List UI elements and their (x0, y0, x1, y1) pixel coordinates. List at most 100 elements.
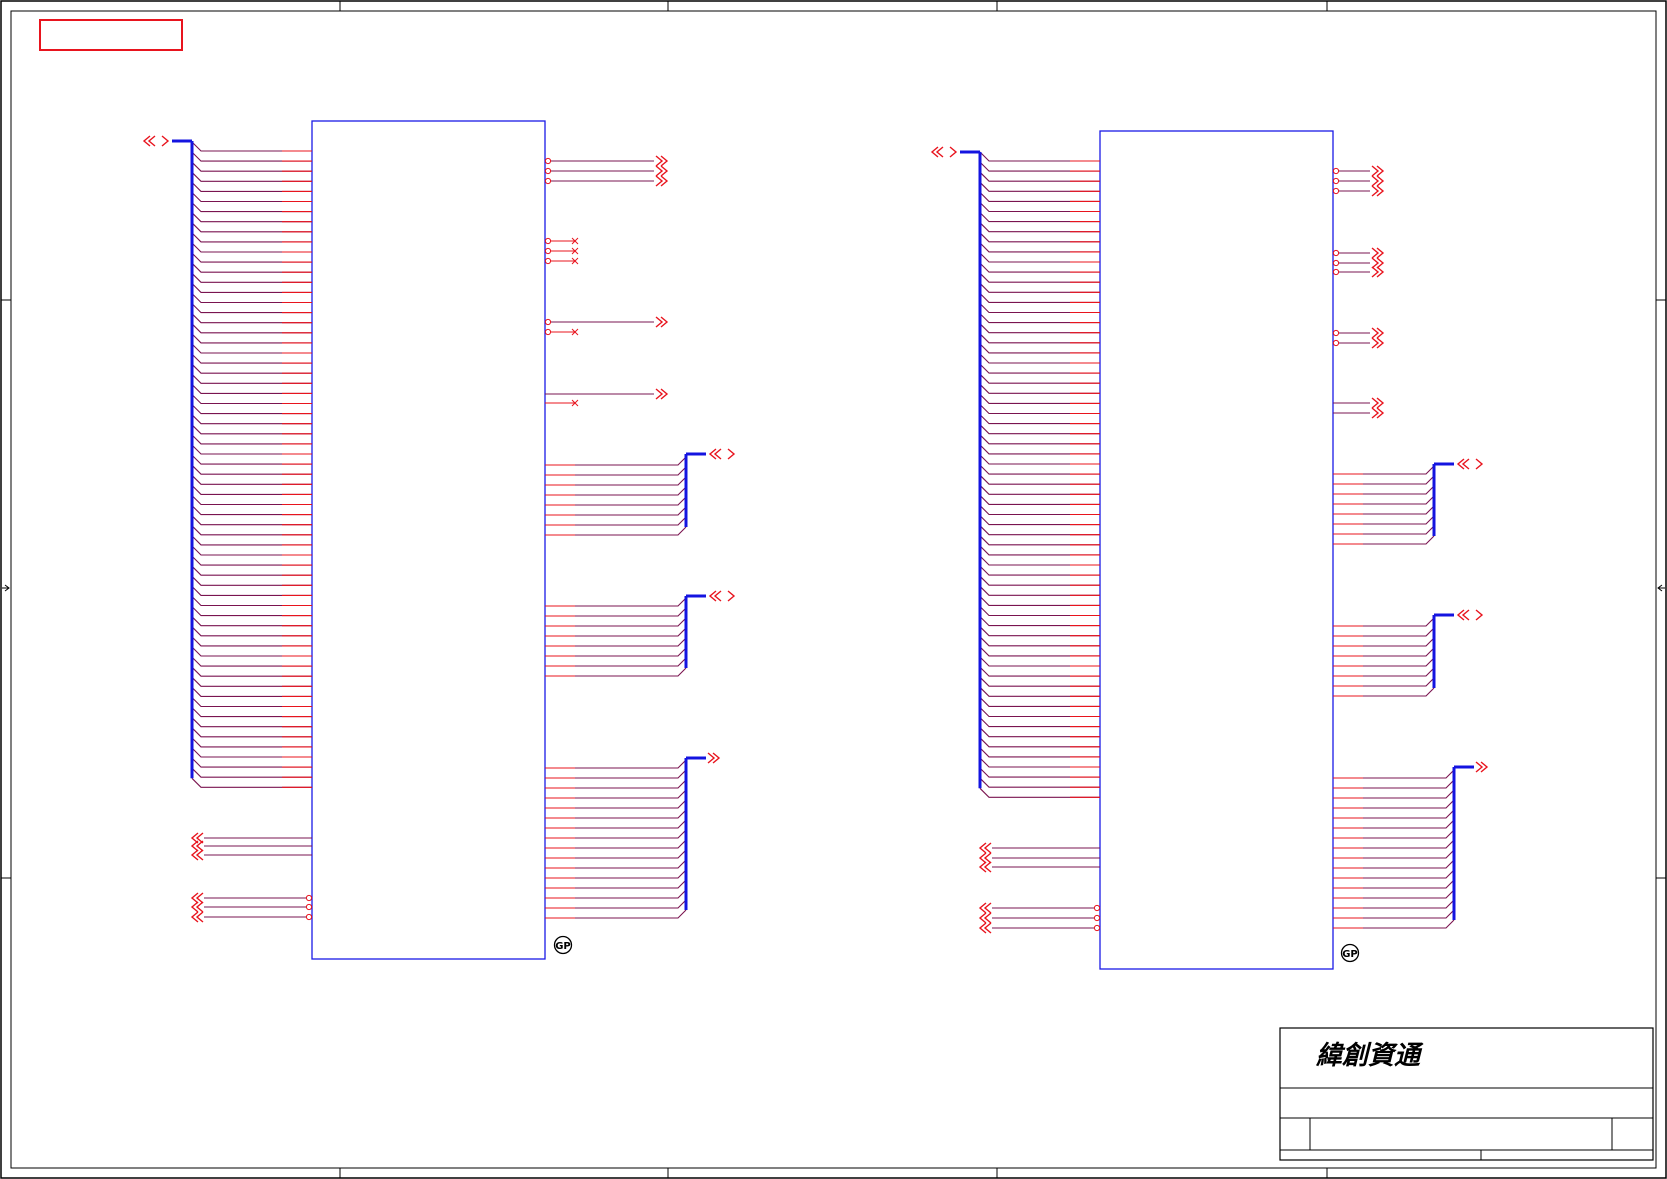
bus-wire (979, 575, 1100, 586)
bus-wire (191, 232, 312, 243)
inversion-bubble (1332, 259, 1340, 267)
output-port-icon (1371, 397, 1385, 409)
right-side-signals (1332, 165, 1385, 419)
gp-logo-icon: GP (1340, 943, 1360, 963)
bus-wire (191, 596, 312, 607)
chip-body (311, 120, 546, 960)
inversion-bubble (544, 257, 552, 265)
group-wire (1333, 879, 1455, 889)
inversion-bubble (1093, 924, 1101, 932)
output-port-icon (1371, 337, 1385, 349)
left-data-bus (930, 146, 1100, 798)
output-port-icon (1371, 327, 1385, 339)
group-wire (1333, 647, 1435, 657)
bus-wire (191, 485, 312, 495)
title-block: 緯創資通 (1279, 1027, 1654, 1161)
schematic-sheet: GP GP 緯創資通 (0, 0, 1667, 1179)
bus-wire (979, 727, 1100, 738)
group-wire (545, 617, 687, 627)
group-wire (1333, 465, 1435, 475)
bus-wire (979, 353, 1100, 364)
right-bus-group (545, 752, 721, 919)
bus-wire (191, 676, 312, 687)
bus-wire (979, 313, 1100, 324)
bus-wire (191, 545, 312, 556)
bus-wire (191, 192, 312, 203)
group-wire (545, 849, 687, 859)
group-wire (545, 637, 687, 647)
inversion-bubble (1332, 187, 1340, 195)
bus-wire (979, 454, 1100, 465)
bus-wire (979, 333, 1100, 344)
bus-wire (191, 182, 312, 192)
bus-wire (191, 414, 312, 425)
bus-wire (979, 495, 1100, 505)
right-side-signals (544, 155, 669, 407)
group-wire (545, 859, 687, 869)
bus-wire (191, 444, 312, 455)
input-port-icon (978, 902, 992, 914)
group-wire (545, 657, 687, 667)
group-wire (545, 909, 687, 919)
group-wire (1333, 677, 1435, 687)
bus-wire (979, 717, 1100, 728)
bus-wire (979, 404, 1100, 415)
group-wire (545, 799, 687, 809)
bus-wire (979, 424, 1100, 435)
bus-wire (979, 787, 1100, 798)
bus-wire (979, 757, 1100, 768)
bus-wire (979, 171, 1100, 182)
bus-wire (979, 192, 1100, 202)
bus-wire (191, 464, 312, 475)
bus-wire (979, 777, 1100, 788)
bus-wire (191, 353, 312, 364)
left-control-inputs (190, 832, 313, 923)
group-wire (545, 476, 687, 486)
bus-wire (191, 242, 312, 253)
bus-wire (191, 222, 312, 233)
bus-wire (191, 202, 312, 213)
inner-border (10, 10, 1657, 1169)
bus-wire (979, 323, 1100, 334)
bus-wire (979, 414, 1100, 425)
bus-wire (191, 424, 312, 435)
chip-body (1099, 130, 1334, 970)
bus-wire (191, 777, 312, 788)
group-wire (545, 526, 687, 536)
group-wire (545, 627, 687, 637)
output-port-icon (655, 388, 669, 400)
bus-wire (191, 474, 312, 485)
inversion-bubble (544, 247, 552, 255)
group-wire (1333, 919, 1455, 929)
output-port-icon (655, 175, 669, 187)
bus-wire (979, 484, 1100, 495)
group-wire (545, 899, 687, 909)
output-port-icon (1371, 266, 1385, 278)
group-wire (1333, 869, 1455, 879)
output-port-icon (1475, 761, 1489, 773)
bus-port-icon (930, 146, 958, 158)
outer-border (0, 0, 1667, 1179)
bus-port-icon (142, 135, 170, 147)
group-wire (1333, 799, 1455, 809)
bus-wire (979, 464, 1100, 475)
bus-wire (979, 676, 1100, 687)
bus-wire (191, 767, 312, 778)
group-wire (1333, 889, 1455, 899)
bus-wire (191, 151, 312, 162)
group-wire (1333, 859, 1455, 869)
inversion-bubble (1093, 904, 1101, 912)
bus-wire (979, 585, 1100, 596)
bus-wire (191, 333, 312, 344)
input-port-icon (978, 852, 992, 864)
inversion-bubble (1332, 249, 1340, 257)
bus-wire (191, 727, 312, 738)
bus-wire (191, 656, 312, 667)
group-wire (1333, 839, 1455, 849)
bus-wire (979, 545, 1100, 556)
bus-wire (979, 474, 1100, 485)
inversion-bubble (305, 903, 313, 911)
bus-port-icon (1456, 458, 1484, 470)
bus-wire (191, 171, 312, 182)
bus-wire (979, 222, 1100, 233)
